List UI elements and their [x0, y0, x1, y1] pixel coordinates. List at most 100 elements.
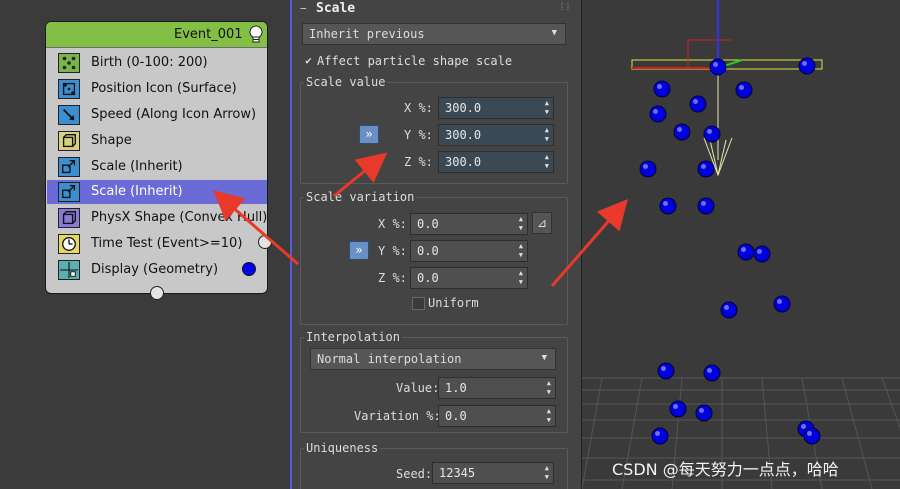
particle-sphere — [659, 197, 677, 215]
seed-label: Seed: — [396, 467, 433, 481]
uniform-checkbox[interactable] — [412, 297, 425, 310]
variation-options-button[interactable]: ⊿ — [532, 212, 552, 234]
operator-row-scale-1[interactable]: Scale (Inherit) — [54, 155, 266, 179]
birth-icon — [58, 53, 80, 73]
operator-label: PhysX Shape (Convex Hull) — [91, 210, 268, 225]
particle-highlight — [661, 366, 666, 371]
particle-highlight — [693, 99, 698, 104]
particle-highlight — [777, 299, 782, 304]
interp-value: 1.0 — [445, 381, 467, 395]
variation-y-value: 0.0 — [417, 244, 439, 258]
interpolation-title: Interpolation — [304, 330, 402, 344]
chevron-down-icon: ▼ — [551, 28, 557, 38]
operator-row-position-icon[interactable]: Position Icon (Surface) — [54, 77, 266, 101]
spinner-arrows-icon[interactable]: ▲ ▼ — [545, 464, 549, 482]
particle-highlight — [724, 305, 729, 310]
event-input-port[interactable] — [150, 286, 164, 300]
time-test-output-port[interactable] — [258, 235, 272, 249]
variation-z-value: 0.0 — [417, 271, 439, 285]
viewport-3d[interactable] — [581, 0, 900, 489]
spinner-arrows-icon[interactable]: ▲ ▼ — [519, 242, 523, 260]
particle-sphere — [753, 245, 771, 263]
variation-z-spinner[interactable]: 0.0 ▲ ▼ — [410, 267, 528, 289]
particle-sphere — [695, 404, 713, 422]
speed-icon — [58, 105, 80, 125]
variation-y-spinner[interactable]: 0.0 ▲ ▼ — [410, 240, 528, 262]
particle-sphere — [651, 427, 669, 445]
scale-type-dropdown[interactable]: Inherit previous ▼ — [302, 23, 566, 45]
particle-sphere — [735, 81, 753, 99]
particle-sphere — [649, 105, 667, 123]
interp-value-spinner[interactable]: 1.0 ▲ ▼ — [438, 377, 556, 399]
seed-spinner[interactable]: 12345 ▲ ▼ — [432, 462, 554, 484]
spinner-arrows-icon[interactable]: ▲ ▼ — [545, 153, 549, 171]
particle-highlight — [657, 84, 662, 89]
scale-z-spinner[interactable]: 300.0 ▲ ▼ — [438, 151, 554, 173]
operator-row-physx-shape[interactable]: PhysX Shape (Convex Hull) — [54, 206, 268, 230]
display-color-swatch[interactable] — [242, 262, 256, 276]
particle-highlight — [655, 431, 660, 436]
display-icon — [58, 260, 80, 280]
operator-row-display[interactable]: Display (Geometry) — [54, 258, 266, 282]
event-header[interactable]: Event_001 — [46, 22, 267, 48]
scale-y-label: Y %: — [404, 128, 433, 142]
scale-x-value: 300.0 — [445, 101, 482, 115]
rollout-title[interactable]: Scale — [316, 1, 355, 16]
variation-lock-button[interactable]: » — [349, 241, 369, 260]
operator-row-scale-2-selected[interactable]: Scale (Inherit) — [47, 180, 267, 204]
light-bulb-icon[interactable] — [248, 25, 264, 45]
viewport-canvas[interactable] — [582, 0, 900, 489]
affect-shape-checkbox[interactable]: ✔ — [302, 55, 315, 68]
particle-highlight — [663, 201, 668, 206]
scale-z-value: 300.0 — [445, 155, 482, 169]
particle-sphere — [639, 160, 657, 178]
operator-label: Scale (Inherit) — [91, 184, 183, 199]
operator-row-birth[interactable]: Birth (0-100: 200) — [54, 51, 266, 75]
particle-sphere — [689, 95, 707, 113]
operator-row-speed[interactable]: Speed (Along Icon Arrow) — [54, 103, 266, 127]
scale-type-value: Inherit previous — [309, 27, 425, 41]
physx-shape-icon — [58, 208, 80, 228]
interp-variation-spinner[interactable]: 0.0 ▲ ▼ — [438, 405, 556, 427]
spinner-arrows-icon[interactable]: ▲ ▼ — [545, 99, 549, 117]
variation-x-value: 0.0 — [417, 217, 439, 231]
chevron-down-icon: ▼ — [541, 353, 547, 363]
operator-label: Speed (Along Icon Arrow) — [91, 107, 257, 122]
operator-row-time-test[interactable]: Time Test (Event>=10) — [54, 232, 266, 256]
particle-highlight — [757, 249, 762, 254]
particles — [639, 57, 821, 445]
particle-highlight — [713, 62, 718, 67]
particle-sphere — [803, 427, 821, 445]
particle-sphere — [798, 57, 816, 75]
seed-value: 12345 — [439, 466, 476, 480]
spinner-arrows-icon[interactable]: ▲ ▼ — [547, 407, 551, 425]
event-node[interactable]: Event_001 Birth (0-100: 200) Position Ic… — [45, 21, 272, 300]
particle-highlight — [707, 129, 712, 134]
grip-icon[interactable]: ⁞⁞ — [559, 2, 571, 13]
interp-variation-value: 0.0 — [445, 409, 467, 423]
particle-highlight — [801, 424, 806, 429]
spinner-arrows-icon[interactable]: ▲ ▼ — [545, 126, 549, 144]
spinner-arrows-icon[interactable]: ▲ ▼ — [519, 215, 523, 233]
particle-highlight — [643, 164, 648, 169]
interpolation-dropdown[interactable]: Normal interpolation ▼ — [310, 348, 556, 370]
scale-x-spinner[interactable]: 300.0 ▲ ▼ — [438, 97, 554, 119]
operator-label: Birth (0-100: 200) — [91, 55, 208, 70]
particle-highlight — [673, 404, 678, 409]
particle-highlight — [653, 109, 658, 114]
particle-sphere — [673, 123, 691, 141]
variation-y-label: Y %: — [378, 244, 407, 258]
affect-shape-label: Affect particle shape scale — [317, 54, 513, 68]
variation-x-spinner[interactable]: 0.0 ▲ ▼ — [410, 213, 528, 235]
operator-label: Time Test (Event>=10) — [91, 236, 243, 251]
spinner-arrows-icon[interactable]: ▲ ▼ — [547, 379, 551, 397]
scale-icon — [58, 182, 80, 202]
operator-row-shape[interactable]: Shape — [54, 129, 266, 153]
collapse-icon[interactable]: − — [300, 2, 307, 15]
particle-highlight — [802, 61, 807, 66]
scale-lock-button[interactable]: » — [359, 125, 379, 144]
particle-sphere — [669, 400, 687, 418]
spinner-arrows-icon[interactable]: ▲ ▼ — [519, 269, 523, 287]
particle-highlight — [701, 164, 706, 169]
scale-y-spinner[interactable]: 300.0 ▲ ▼ — [438, 124, 554, 146]
